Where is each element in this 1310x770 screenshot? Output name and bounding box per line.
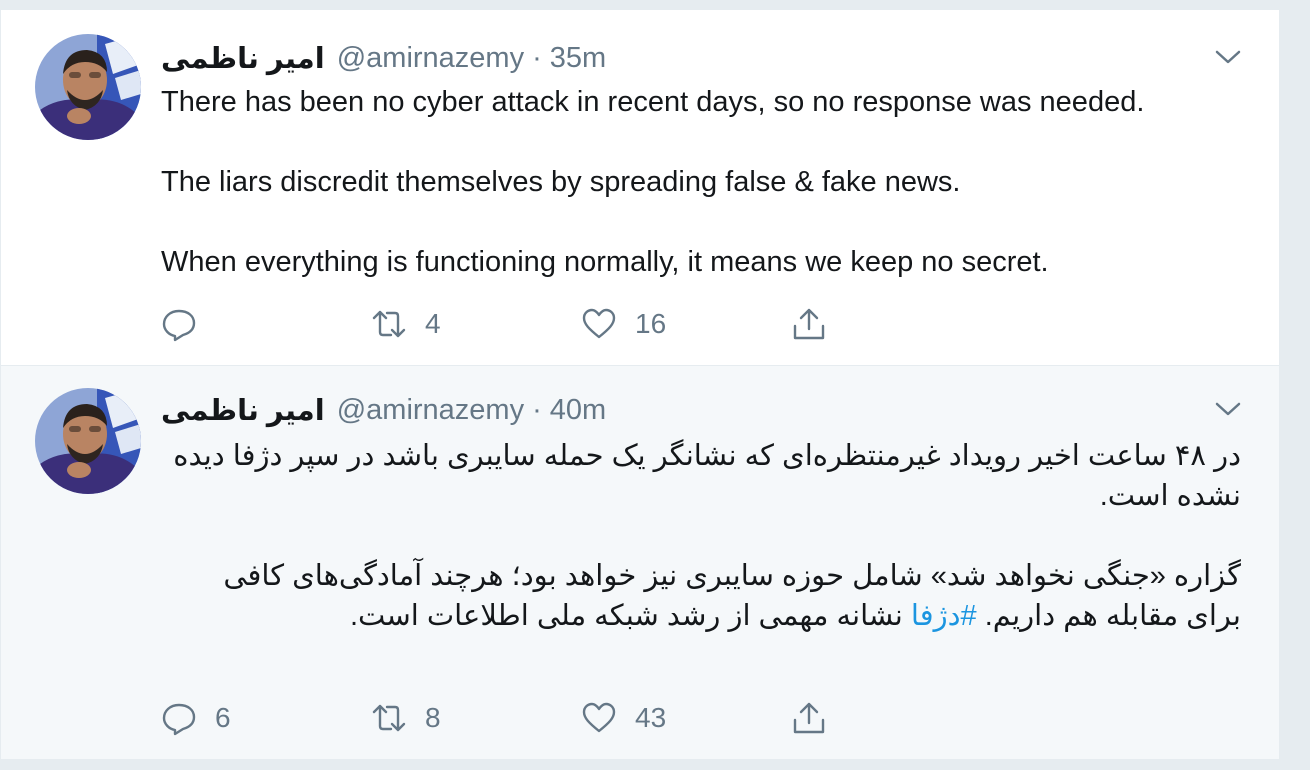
share-button[interactable] <box>791 306 827 342</box>
avatar[interactable] <box>35 34 141 140</box>
user-handle[interactable]: @amirnazemy <box>337 42 524 75</box>
retweet-count: 4 <box>425 308 441 339</box>
like-button[interactable]: 43 <box>581 700 791 736</box>
avatar[interactable] <box>35 388 141 494</box>
tweet-text: There has been no cyber attack in recent… <box>161 82 1241 282</box>
tweet-text: در ۴۸ ساعت اخیر رویداد غیرمنتظره‌ای که ن… <box>161 436 1241 636</box>
reply-count: 6 <box>215 702 231 733</box>
tweet[interactable]: امیر ناظمی @amirnazemy · 35m There has b… <box>1 10 1279 366</box>
retweet-button[interactable]: 4 <box>371 306 581 342</box>
retweet-icon <box>372 310 406 338</box>
timestamp[interactable]: 35m <box>550 42 606 75</box>
caret-down-icon[interactable] <box>1213 398 1243 420</box>
retweet-icon <box>372 704 406 732</box>
reply-icon <box>162 703 196 736</box>
separator-dot: · <box>532 41 542 74</box>
text-segment: نشانه مهمی از رشد شبکه ملی اطلاعات است. <box>349 600 903 632</box>
reply-icon <box>162 309 196 342</box>
tweet-header: امیر ناظمی @amirnazemy · 35m <box>161 40 606 76</box>
retweet-button[interactable]: 8 <box>371 700 581 736</box>
like-icon <box>582 308 616 339</box>
like-count: 16 <box>635 308 667 339</box>
like-button[interactable]: 16 <box>581 306 791 342</box>
tweet-header: امیر ناظمی @amirnazemy · 40m <box>161 392 606 428</box>
tweet-actions: 6 8 43 <box>161 698 827 738</box>
reply-button[interactable]: 6 <box>161 700 371 736</box>
tweet[interactable]: امیر ناظمی @amirnazemy · 40m در ۴۸ ساعت … <box>1 366 1279 760</box>
reply-button[interactable] <box>161 306 371 342</box>
retweet-count: 8 <box>425 702 441 733</box>
hashtag-link[interactable]: #دژفا <box>911 600 977 632</box>
tweet-paragraph: There has been no cyber attack in recent… <box>161 86 1145 118</box>
display-name[interactable]: امیر ناظمی <box>161 41 325 76</box>
share-button[interactable] <box>791 700 827 736</box>
display-name[interactable]: امیر ناظمی <box>161 393 325 428</box>
share-icon <box>793 308 825 340</box>
tweet-paragraph: گزاره «جنگی نخواهد شد» شامل حوزه سایبری … <box>161 556 1241 636</box>
caret-down-icon[interactable] <box>1213 46 1243 68</box>
user-handle[interactable]: @amirnazemy <box>337 394 524 427</box>
like-icon <box>582 702 616 733</box>
timeline-feed: امیر ناظمی @amirnazemy · 35m There has b… <box>0 10 1280 760</box>
like-count: 43 <box>635 702 667 733</box>
separator-dot: · <box>532 393 542 426</box>
share-icon <box>793 702 825 734</box>
tweet-actions: 4 16 <box>161 304 827 344</box>
tweet-paragraph: در ۴۸ ساعت اخیر رویداد غیرمنتظره‌ای که ن… <box>173 440 1241 512</box>
timestamp[interactable]: 40m <box>550 394 606 427</box>
tweet-paragraph: The liars discredit themselves by spread… <box>161 166 961 198</box>
tweet-paragraph: When everything is functioning normally,… <box>161 246 1049 278</box>
